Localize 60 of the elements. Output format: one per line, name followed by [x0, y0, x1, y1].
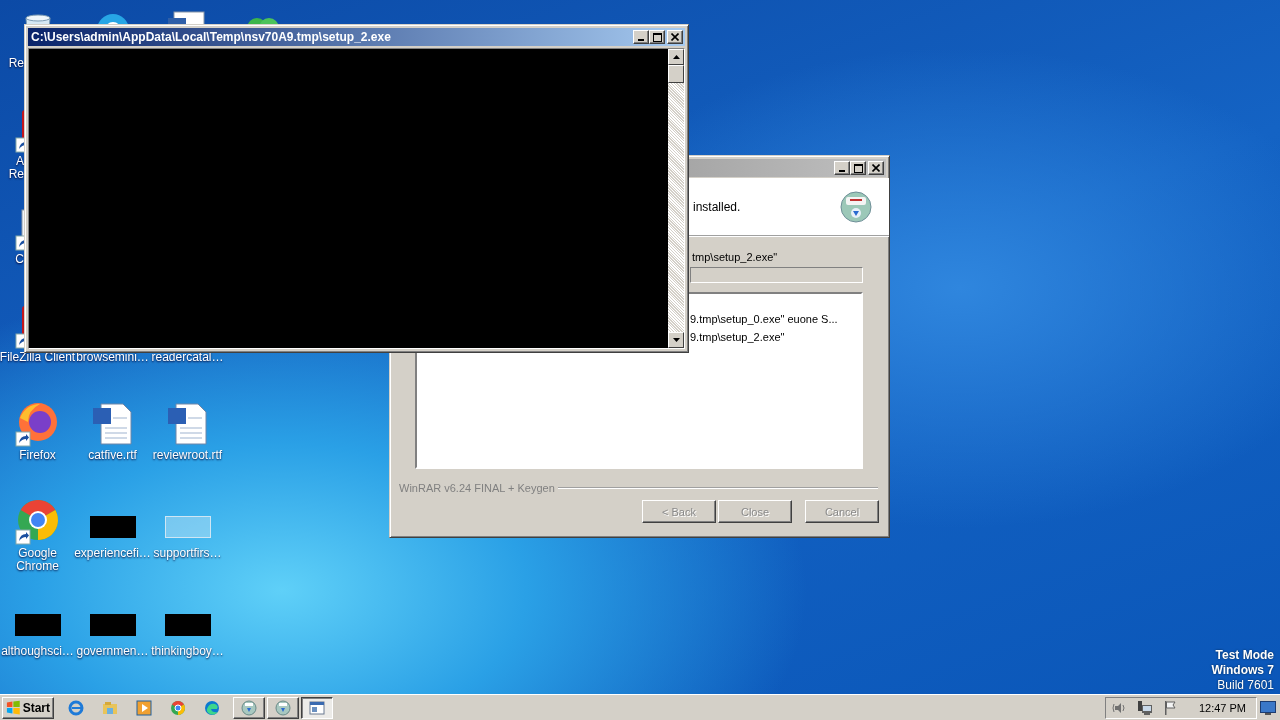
- icon-label: catfive.rtf: [88, 449, 137, 462]
- file-thumbnail: [89, 614, 136, 636]
- scroll-down-button[interactable]: [668, 332, 684, 348]
- icon-label: browsemini…: [76, 351, 149, 364]
- branding-text: WinRAR v6.24 FINAL + Keygen: [399, 482, 555, 494]
- installer-icon: [241, 699, 257, 716]
- close-icon: [671, 33, 679, 41]
- play-icon: [136, 699, 152, 716]
- taskbar-button[interactable]: [301, 696, 333, 719]
- close-button[interactable]: [667, 30, 683, 44]
- icon-label: althoughsci…: [1, 645, 74, 658]
- start-button[interactable]: Start: [2, 696, 54, 719]
- maximize-button[interactable]: [850, 161, 866, 175]
- file-thumbnail: [89, 516, 136, 538]
- installer-icon: [840, 190, 872, 223]
- log-line: 9.tmp\setup_0.exe" euone S...: [690, 312, 839, 327]
- icon-label: C: [14, 253, 24, 266]
- window-icon: [309, 699, 325, 716]
- file-thumbnail: [164, 516, 211, 538]
- icon-label: thinkingboy…: [151, 645, 224, 658]
- icon-label: Firefox: [19, 449, 56, 462]
- file-thumbnail: [14, 614, 61, 636]
- scroll-up-button[interactable]: [668, 49, 684, 65]
- watermark-text: Build 7601: [1216, 678, 1274, 693]
- icon-label: Re: [7, 57, 24, 70]
- maximize-icon: [853, 163, 863, 173]
- icon-label: governmen…: [76, 645, 149, 658]
- icon-label: FileZilla Client: [0, 351, 76, 364]
- log-line: 9.tmp\setup_2.exe": [690, 330, 786, 345]
- down-arrow-icon: [672, 338, 680, 342]
- close-button[interactable]: [868, 161, 884, 175]
- watermark-text: Test Mode: [1214, 648, 1274, 663]
- up-arrow-icon: [672, 55, 680, 59]
- maximize-button[interactable]: [649, 30, 665, 44]
- browser-icon: [204, 699, 220, 716]
- icon-label: reviewroot.rtf: [152, 449, 223, 462]
- minimize-button[interactable]: [834, 161, 850, 175]
- scrollbar[interactable]: [668, 49, 684, 348]
- network-icon: [1136, 699, 1153, 716]
- watermark-text: Windows 7: [1211, 663, 1274, 678]
- maximize-icon: [652, 32, 662, 42]
- icon-label: Google Chrome: [16, 547, 59, 573]
- browser-icon: [68, 699, 84, 716]
- browser-icon: [170, 699, 186, 716]
- header-text: installed.: [693, 199, 742, 214]
- scroll-thumb[interactable]: [668, 65, 684, 83]
- folder-icon: [102, 699, 118, 716]
- icon-label: A Re: [7, 155, 24, 181]
- windows-logo-icon: [6, 699, 21, 716]
- icon-label: readercatal…: [151, 351, 224, 364]
- show-desktop-icon[interactable]: [1260, 700, 1276, 715]
- installer-icon: [275, 699, 291, 716]
- file-thumbnail: [164, 614, 211, 636]
- window-title: C:\Users\admin\AppData\Local\Temp\nsv70A9.tmp\setup_2.exe: [31, 30, 392, 44]
- icon-label: supportfirs…: [153, 547, 222, 560]
- clock[interactable]: 12:47 PM: [1198, 701, 1246, 714]
- close-icon: [872, 164, 880, 172]
- icon-label: experiencefi…: [74, 547, 151, 560]
- minimize-button[interactable]: [633, 30, 649, 44]
- status-text: tmp\setup_2.exe": [692, 250, 779, 264]
